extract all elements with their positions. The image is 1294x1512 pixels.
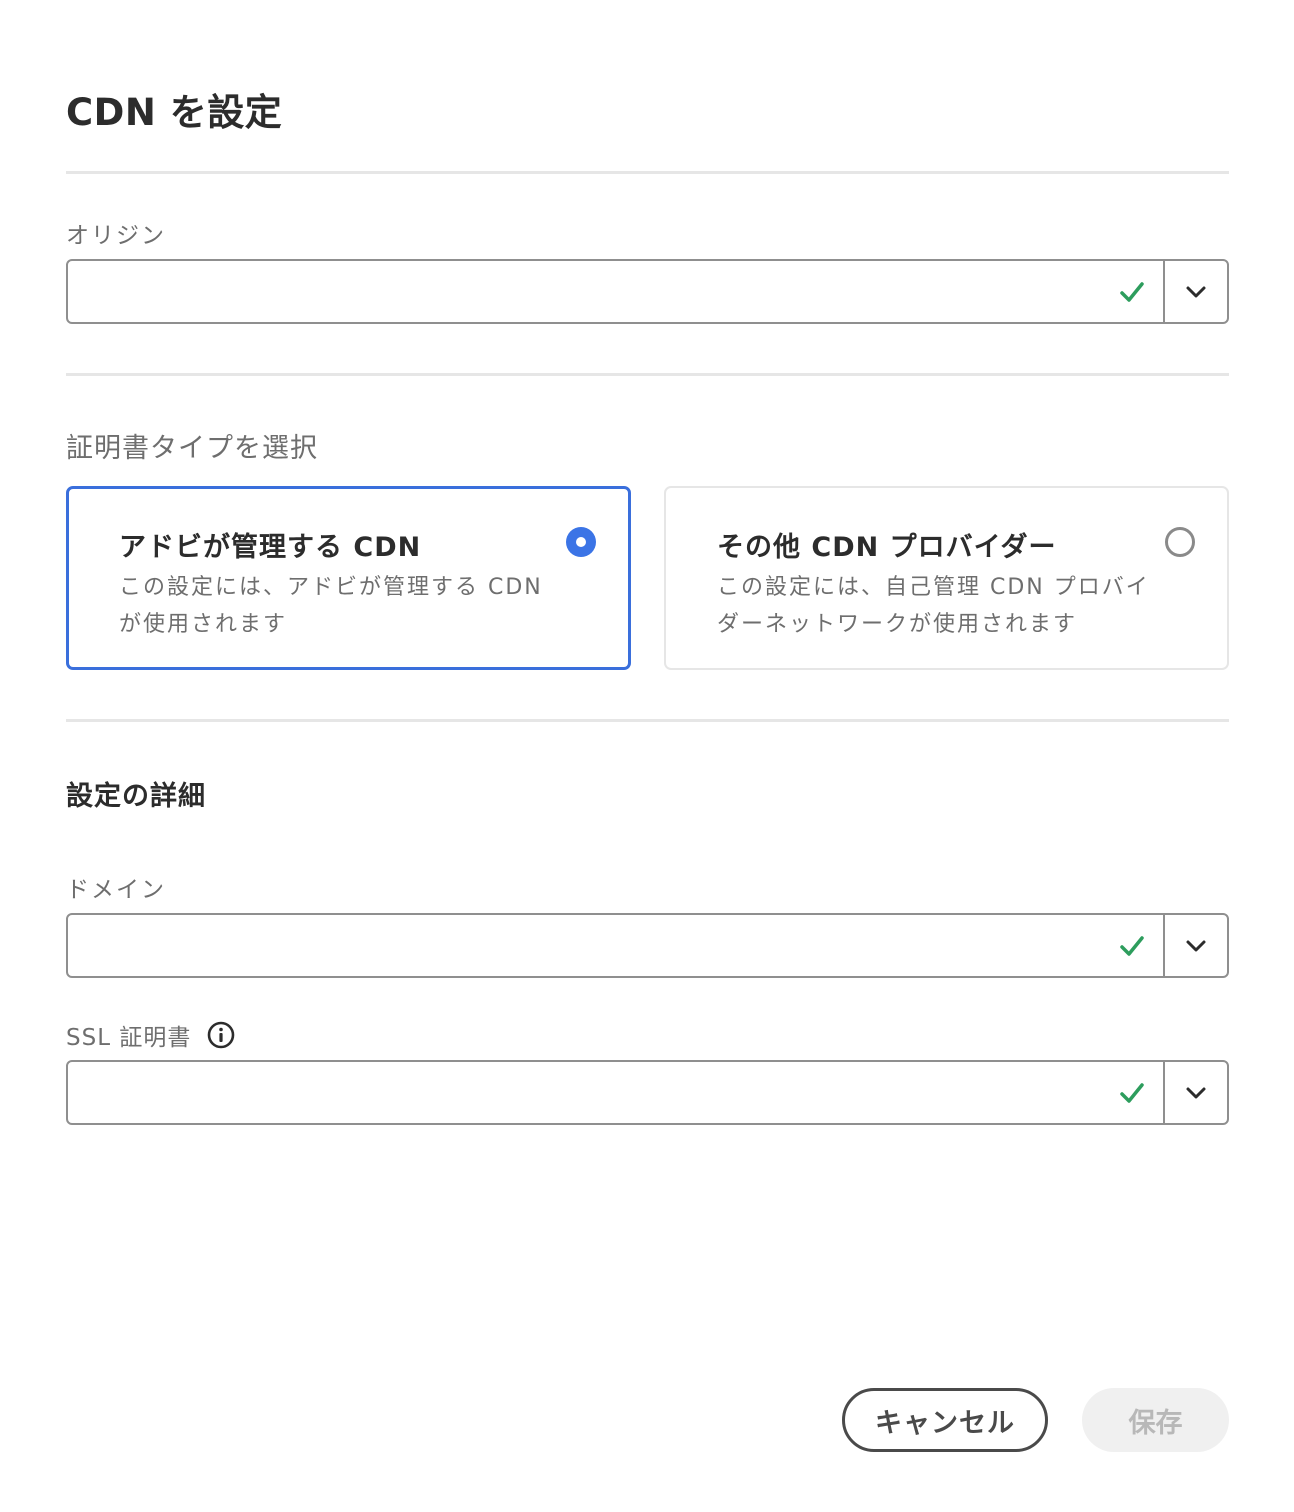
cert-type-divider: [66, 719, 1229, 722]
save-button[interactable]: 保存: [1082, 1388, 1229, 1452]
checkmark-icon: [1117, 1076, 1147, 1110]
cert-option-adobe-managed[interactable]: アドビが管理する CDN この設定には、アドビが管理する CDN が使用されます: [66, 486, 631, 670]
radio-unselected-icon[interactable]: [1165, 527, 1195, 557]
header-divider: [66, 171, 1229, 174]
cancel-button[interactable]: キャンセル: [842, 1388, 1048, 1452]
configure-cdn-dialog: CDN を設定 オリジン 証明書タイプを選択 アドビが管理する CDN この設定…: [0, 0, 1294, 1512]
card-description: この設定には、アドビが管理する CDN が使用されます: [119, 575, 543, 637]
checkmark-icon: [1117, 275, 1147, 309]
radio-selected-icon[interactable]: [566, 527, 596, 557]
info-icon[interactable]: [207, 1021, 235, 1049]
details-section-title: 設定の詳細: [66, 781, 206, 812]
chevron-down-icon: [1186, 940, 1206, 951]
dialog-title: CDN を設定: [66, 91, 283, 134]
origin-divider: [66, 373, 1229, 376]
domain-label: ドメイン: [66, 877, 166, 903]
chevron-down-icon: [1186, 1087, 1206, 1098]
cert-option-other-provider[interactable]: その他 CDN プロバイダー この設定には、自己管理 CDN プロバイダーネット…: [664, 486, 1229, 670]
origin-label: オリジン: [66, 223, 166, 249]
card-description: この設定には、自己管理 CDN プロバイダーネットワークが使用されます: [717, 575, 1150, 637]
ssl-certificate-combobox[interactable]: [66, 1060, 1229, 1125]
ssl-picker-button[interactable]: [1163, 1062, 1227, 1123]
ssl-label: SSL 証明書: [66, 1025, 192, 1051]
certificate-type-label: 証明書タイプを選択: [66, 433, 318, 464]
domain-picker-button[interactable]: [1163, 915, 1227, 976]
origin-combobox[interactable]: [66, 259, 1229, 324]
domain-combobox[interactable]: [66, 913, 1229, 978]
chevron-down-icon: [1186, 286, 1206, 297]
origin-picker-button[interactable]: [1163, 261, 1227, 322]
ssl-label-row: SSL 証明書: [66, 1018, 235, 1052]
card-title: その他 CDN プロバイダー: [717, 532, 1057, 563]
card-title: アドビが管理する CDN: [119, 532, 422, 563]
checkmark-icon: [1117, 929, 1147, 963]
